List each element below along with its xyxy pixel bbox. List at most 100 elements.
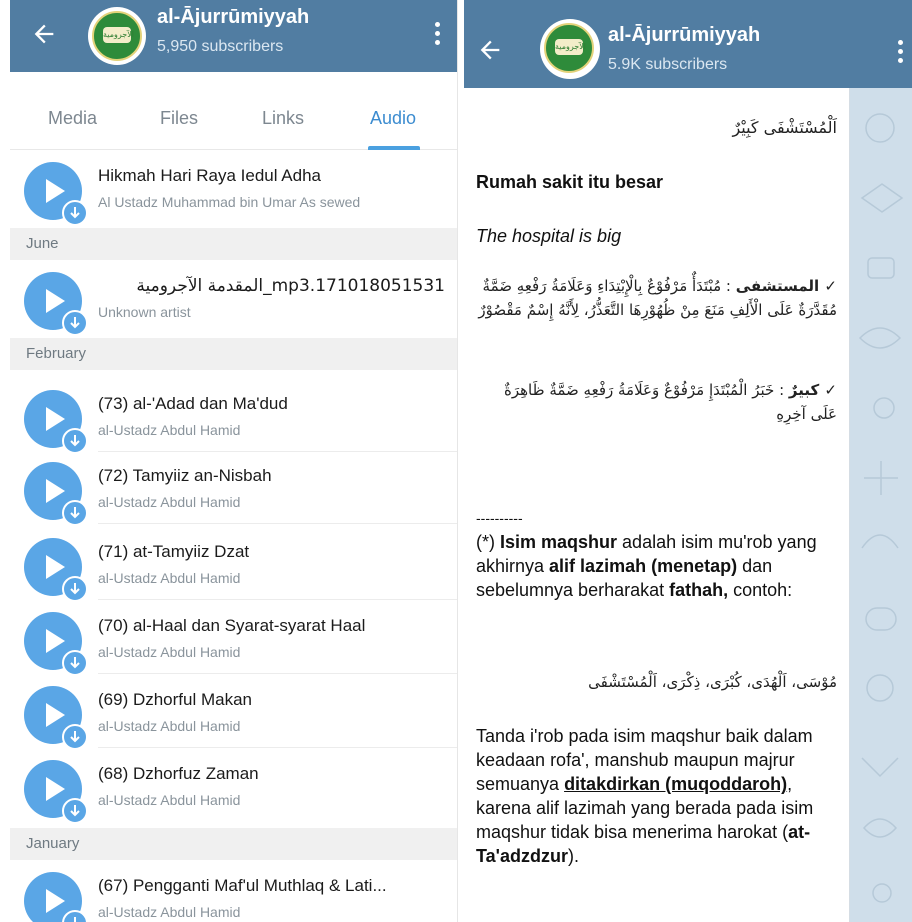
download-icon[interactable] (62, 910, 88, 922)
channel-title: al-Ājurrūmiyyah (157, 6, 310, 28)
audio-item[interactable]: (68) Dzhorfuz Zaman al-Ustadz Abdul Hami… (10, 750, 457, 824)
audio-artist: al-Ustadz Abdul Hamid (98, 494, 241, 510)
subscriber-count: 5,950 subscribers (157, 38, 284, 55)
audio-artist: al-Ustadz Abdul Hamid (98, 644, 241, 660)
play-icon (46, 289, 65, 313)
play-icon (46, 179, 65, 203)
play-icon (46, 555, 65, 579)
audio-artist: al-Ustadz Abdul Hamid (98, 904, 241, 920)
channel-header: الآجرومية al-Ājurrūmiyyah 5.9K subscribe… (464, 0, 912, 88)
tanda-irob-paragraph: Tanda i'rob pada isim maqshur baik dalam… (476, 724, 816, 868)
active-tab-indicator (368, 146, 420, 150)
irab-word-1: ✓ المستشفى (735, 277, 837, 295)
irab-analysis-1: ✓ المستشفى : مُبْتَدَأٌ مَرْفُوْعٌ بِالْ… (476, 274, 837, 322)
divider-dashes: ---------- (476, 510, 523, 526)
irab-text-2: : خَبَرُ الْمُبْتَدَإِ مَرْفُوْعٌ وَعَلَ… (504, 381, 837, 423)
play-button[interactable] (24, 272, 88, 336)
play-button[interactable] (24, 686, 88, 750)
play-icon (46, 703, 65, 727)
channel-title: al-Ājurrūmiyyah (608, 24, 761, 46)
channel-header: الآجرومية al-Ājurrūmiyyah 5,950 subscrib… (10, 0, 457, 72)
download-icon[interactable] (62, 310, 88, 336)
note-alif-lazimah: alif lazimah (menetap) (549, 556, 738, 576)
audio-title: (72) Tamyiiz an-Nisbah (98, 466, 272, 485)
tab-audio[interactable]: Audio (370, 108, 416, 129)
tab-links[interactable]: Links (262, 108, 304, 129)
tanda-ditakdirkan: ditakdirkan (muqoddaroh) (564, 774, 788, 794)
audio-item[interactable]: (71) at-Tamyiiz Dzat al-Ustadz Abdul Ham… (10, 528, 457, 602)
note-text-3: contoh: (728, 580, 793, 600)
tanda-text-3: ). (567, 846, 579, 866)
play-icon (46, 777, 65, 801)
section-header-june: June (10, 228, 457, 260)
tab-media[interactable]: Media (48, 108, 97, 129)
divider (98, 747, 457, 748)
section-header-february: February (10, 338, 457, 370)
channel-avatar[interactable]: الآجرومية (540, 19, 600, 79)
download-icon[interactable] (62, 650, 88, 676)
audio-item[interactable]: (67) Pengganti Maf'ul Muthlaq & Lati... … (10, 862, 457, 922)
play-button[interactable] (24, 872, 88, 922)
channel-avatar[interactable]: الآجرومية (88, 7, 146, 65)
download-icon[interactable] (62, 200, 88, 226)
audio-title: (71) at-Tamyiiz Dzat (98, 542, 250, 561)
note-prefix: (*) (476, 532, 500, 552)
audio-title: mp3.171018051531_المقدمة الآجرومية (136, 276, 445, 296)
audio-title: Hikmah Hari Raya Iedul Adha (98, 166, 322, 185)
audio-artist: Al Ustadz Muhammad bin Umar As sewed (98, 194, 361, 210)
irab-word-2: ✓ كبيرٌ (788, 381, 837, 399)
more-menu-icon[interactable] (433, 22, 441, 50)
download-icon[interactable] (62, 428, 88, 454)
download-icon[interactable] (62, 798, 88, 824)
download-icon[interactable] (62, 576, 88, 602)
more-menu-icon[interactable] (896, 40, 904, 68)
audio-title: (70) al-Haal dan Syarat-syarat Haal (98, 616, 366, 635)
back-arrow-icon[interactable] (476, 36, 504, 64)
tab-files[interactable]: Files (160, 108, 198, 129)
note-fathah: fathah, (669, 580, 729, 600)
section-header-january: January (10, 828, 457, 860)
download-icon[interactable] (62, 500, 88, 526)
audio-title: (69) Dzhorful Makan (98, 690, 253, 709)
play-button[interactable] (24, 162, 88, 226)
divider (98, 599, 457, 600)
audio-artist: al-Ustadz Abdul Hamid (98, 718, 241, 734)
audio-item[interactable]: (72) Tamyiiz an-Nisbah al-Ustadz Abdul H… (10, 452, 457, 526)
play-icon (46, 629, 65, 653)
divider (98, 523, 457, 524)
audio-title: (68) Dzhorfuz Zaman (98, 764, 259, 783)
arabic-examples: مُوْسَى، اَلْهُدَى، كُبْرَى، ذِكْرَى، اَ… (588, 673, 837, 691)
audio-artist: al-Ustadz Abdul Hamid (98, 422, 241, 438)
play-button[interactable] (24, 612, 88, 676)
back-arrow-icon[interactable] (30, 20, 58, 48)
audio-title: (67) Pengganti Maf'ul Muthlaq & Lati... (98, 876, 387, 895)
play-button[interactable] (24, 390, 88, 454)
left-panel: الآجرومية al-Ājurrūmiyyah 5,950 subscrib… (10, 0, 458, 922)
note-isim-maqshur: (*) Isim maqshur adalah isim mu'rob yang… (476, 530, 844, 602)
message-bubble: اَلْمُسْتَشْفَى كَبِيْرٌ Rumah sakit itu… (464, 88, 850, 922)
audio-artist: Unknown artist (98, 304, 191, 320)
audio-item[interactable]: Hikmah Hari Raya Iedul Adha Al Ustadz Mu… (10, 152, 457, 226)
audio-item[interactable]: (69) Dzhorful Makan al-Ustadz Abdul Hami… (10, 676, 457, 750)
audio-artist: al-Ustadz Abdul Hamid (98, 792, 241, 808)
right-panel: الآجرومية al-Ājurrūmiyyah 5.9K subscribe… (464, 0, 912, 922)
audio-item[interactable]: (70) al-Haal dan Syarat-syarat Haal al-U… (10, 602, 457, 676)
play-button[interactable] (24, 760, 88, 824)
play-icon (46, 407, 65, 431)
chat-wallpaper (850, 88, 912, 922)
irab-analysis-2: ✓ كبيرٌ : خَبَرُ الْمُبْتَدَإِ مَرْفُوْع… (476, 378, 837, 426)
play-button[interactable] (24, 462, 88, 526)
arabic-example: اَلْمُسْتَشْفَى كَبِيْرٌ (732, 118, 837, 137)
download-icon[interactable] (62, 724, 88, 750)
media-tabs: Media Files Links Audio (10, 86, 457, 150)
play-button[interactable] (24, 538, 88, 602)
subscriber-count: 5.9K subscribers (608, 56, 728, 73)
translation-english: The hospital is big (476, 226, 622, 246)
translation-indonesian: Rumah sakit itu besar (476, 172, 664, 192)
play-icon (46, 889, 65, 913)
audio-title: (73) al-'Adad dan Ma'dud (98, 394, 288, 413)
audio-item[interactable]: mp3.171018051531_المقدمة الآجرومية Unkno… (10, 262, 457, 336)
play-icon (46, 479, 65, 503)
audio-item[interactable]: (73) al-'Adad dan Ma'dud al-Ustadz Abdul… (10, 380, 457, 454)
audio-artist: al-Ustadz Abdul Hamid (98, 570, 241, 586)
